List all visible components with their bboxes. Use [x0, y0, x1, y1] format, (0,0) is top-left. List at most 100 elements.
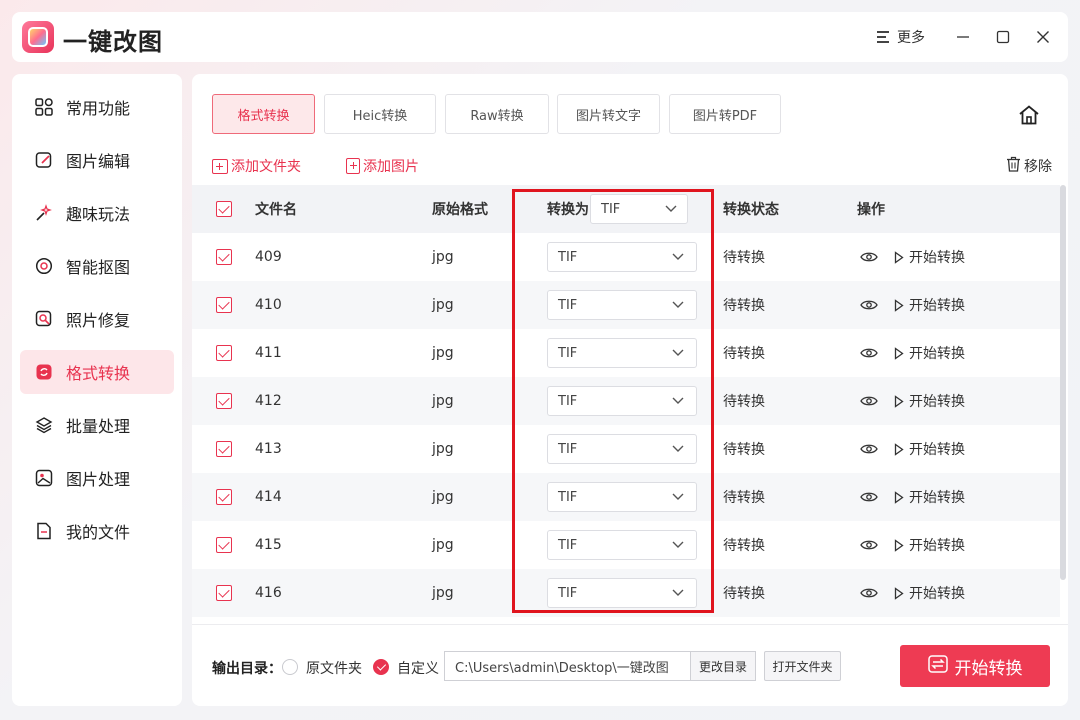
row-checkbox[interactable]	[216, 329, 232, 377]
play-icon	[894, 250, 904, 264]
row-start-convert-button[interactable]: 开始转换	[894, 233, 965, 281]
change-dir-button[interactable]: 更改目录	[690, 651, 756, 681]
row-checkbox[interactable]	[216, 425, 232, 473]
tab-heic[interactable]: Heic转换	[324, 94, 436, 134]
row-checkbox[interactable]	[216, 569, 232, 617]
layers-icon	[35, 416, 53, 434]
sidebar-item-format[interactable]: 格式转换	[20, 350, 174, 394]
radio-original-folder[interactable]	[282, 659, 298, 675]
table-row: 413 jpg TIF 待转换 开始转换	[192, 425, 1060, 473]
more-button[interactable]: 更多	[877, 26, 925, 48]
sidebar-item-batch[interactable]: 批量处理	[20, 403, 174, 447]
row-format-select[interactable]: TIF	[547, 377, 697, 425]
row-status: 待转换	[723, 442, 765, 458]
sidebar-item-repair[interactable]: 照片修复	[20, 297, 174, 341]
app-logo-icon	[22, 21, 54, 53]
preview-eye-icon[interactable]	[860, 521, 878, 569]
open-folder-button[interactable]: 打开文件夹	[764, 651, 841, 681]
add-folder-button[interactable]: 添加文件夹	[212, 156, 301, 176]
row-filename: 413	[255, 441, 282, 457]
radio-custom[interactable]	[373, 659, 389, 675]
repair-icon	[35, 310, 53, 328]
sidebar-item-fun[interactable]: 趣味玩法	[20, 191, 174, 235]
scrollbar[interactable]	[1060, 185, 1066, 580]
preview-eye-icon[interactable]	[860, 569, 878, 617]
convert-icon	[35, 363, 53, 381]
sidebar-item-common[interactable]: 常用功能	[20, 85, 174, 129]
output-path-field[interactable]: C:\Users\admin\Desktop\一键改图	[444, 651, 691, 681]
header-format-select[interactable]: TIF	[590, 185, 688, 233]
row-start-convert-button[interactable]: 开始转换	[894, 473, 965, 521]
row-start-convert-button[interactable]: 开始转换	[894, 281, 965, 329]
play-icon	[894, 586, 904, 600]
row-start-convert-label: 开始转换	[909, 394, 965, 410]
sidebar-item-image-process[interactable]: 图片处理	[20, 456, 174, 500]
chevron-down-icon	[672, 493, 684, 500]
row-format-select[interactable]: TIF	[547, 281, 697, 329]
table-row: 415 jpg TIF 待转换 开始转换	[192, 521, 1060, 569]
row-start-convert-button[interactable]: 开始转换	[894, 329, 965, 377]
add-image-label: 添加图片	[363, 159, 419, 175]
sidebar-item-edit[interactable]: 图片编辑	[20, 138, 174, 182]
preview-eye-icon[interactable]	[860, 425, 878, 473]
row-format-select[interactable]: TIF	[547, 233, 697, 281]
table-row: 416 jpg TIF 待转换 开始转换	[192, 569, 1060, 617]
sidebar-item-my-files[interactable]: 我的文件	[20, 509, 174, 553]
start-convert-all-button[interactable]: 开始转换	[900, 645, 1050, 687]
tab-image-to-text[interactable]: 图片转文字	[557, 94, 660, 134]
preview-eye-icon[interactable]	[860, 473, 878, 521]
row-format-value: TIF	[558, 441, 578, 457]
row-start-convert-button[interactable]: 开始转换	[894, 377, 965, 425]
row-format-select[interactable]: TIF	[547, 521, 697, 569]
row-checkbox[interactable]	[216, 473, 232, 521]
title-bar: 一键改图 更多	[12, 12, 1068, 62]
row-checkbox[interactable]	[216, 281, 232, 329]
add-folder-label: 添加文件夹	[231, 159, 301, 175]
minimize-icon[interactable]	[953, 27, 973, 47]
preview-eye-icon[interactable]	[860, 329, 878, 377]
row-orig-format: jpg	[432, 537, 454, 553]
remove-button[interactable]: 移除	[1006, 156, 1052, 176]
select-all-checkbox[interactable]	[216, 185, 232, 233]
sidebar-item-cutout[interactable]: 智能抠图	[20, 244, 174, 288]
row-status: 待转换	[723, 586, 765, 602]
preview-eye-icon[interactable]	[860, 281, 878, 329]
play-icon	[894, 394, 904, 408]
add-image-button[interactable]: 添加图片	[346, 156, 419, 176]
tab-format-convert[interactable]: 格式转换	[212, 94, 315, 134]
close-icon[interactable]	[1033, 27, 1053, 47]
tab-image-to-pdf[interactable]: 图片转PDF	[669, 94, 781, 134]
sidebar-item-label: 趣味玩法	[66, 205, 131, 224]
row-format-select[interactable]: TIF	[547, 425, 697, 473]
row-status: 待转换	[723, 394, 765, 410]
menu-icon	[877, 31, 891, 43]
row-checkbox[interactable]	[216, 233, 232, 281]
row-orig-format: jpg	[432, 345, 454, 361]
row-start-convert-label: 开始转换	[909, 586, 965, 602]
play-icon	[894, 538, 904, 552]
row-start-convert-button[interactable]: 开始转换	[894, 425, 965, 473]
row-start-convert-button[interactable]: 开始转换	[894, 569, 965, 617]
tab-raw[interactable]: Raw转换	[445, 94, 549, 134]
row-start-convert-button[interactable]: 开始转换	[894, 521, 965, 569]
main-panel: 格式转换 Heic转换 Raw转换 图片转文字 图片转PDF 添加文件夹 添加图…	[192, 74, 1068, 706]
row-checkbox[interactable]	[216, 521, 232, 569]
app-title: 一键改图	[63, 28, 163, 56]
preview-eye-icon[interactable]	[860, 377, 878, 425]
home-icon[interactable]	[1018, 104, 1040, 126]
chevron-down-icon	[672, 589, 684, 596]
row-start-convert-label: 开始转换	[909, 250, 965, 266]
row-format-select[interactable]: TIF	[547, 329, 697, 377]
trash-icon	[1006, 156, 1021, 176]
sidebar-item-label: 图片处理	[66, 470, 131, 489]
row-format-select[interactable]: TIF	[547, 473, 697, 521]
header-orig-format: 原始格式	[432, 202, 488, 218]
row-checkbox[interactable]	[216, 377, 232, 425]
row-format-select[interactable]: TIF	[547, 569, 697, 617]
row-start-convert-label: 开始转换	[909, 538, 965, 554]
add-folder-icon	[212, 158, 228, 174]
table-row: 409 jpg TIF 待转换 开始转换	[192, 233, 1060, 281]
play-icon	[894, 346, 904, 360]
maximize-icon[interactable]	[993, 27, 1013, 47]
preview-eye-icon[interactable]	[860, 233, 878, 281]
